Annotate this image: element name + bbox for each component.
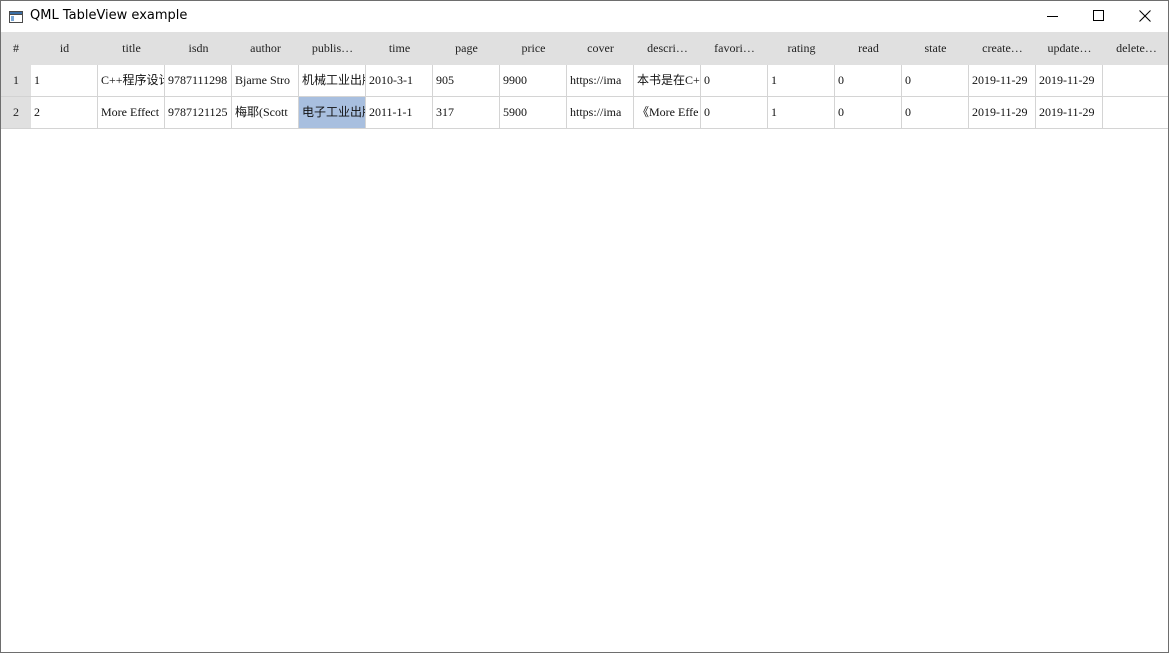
table-cell[interactable]: 2	[31, 97, 98, 129]
table-cell[interactable]: 2019-11-29	[1036, 97, 1103, 129]
row-header[interactable]: 1	[1, 65, 31, 97]
column-header[interactable]: isdn	[165, 32, 232, 65]
maximize-icon	[1093, 10, 1104, 21]
title-bar[interactable]: QML TableView example	[1, 1, 1168, 32]
column-header[interactable]: price	[500, 32, 567, 65]
table-cell[interactable]	[1103, 97, 1168, 129]
table-cell[interactable]: 0	[902, 97, 969, 129]
corner-header: #	[13, 41, 19, 55]
column-header[interactable]: descri…	[634, 32, 701, 65]
table-cell[interactable]: 9787111298	[165, 65, 232, 97]
app-window: QML TableView example # id title isdn autho…	[0, 0, 1169, 653]
table-cell[interactable]: More Effect	[98, 97, 165, 129]
column-header[interactable]: state	[902, 32, 969, 65]
table-cell[interactable]: 0	[835, 65, 902, 97]
table-cell[interactable]: 317	[433, 97, 500, 129]
table-cell[interactable]: 机械工业出版	[299, 65, 366, 97]
table-cell[interactable]: 电子工业出版	[299, 97, 366, 129]
column-header[interactable]: rating	[768, 32, 835, 65]
column-header[interactable]: create…	[969, 32, 1036, 65]
column-header[interactable]: read	[835, 32, 902, 65]
column-header[interactable]: publis…	[299, 32, 366, 65]
minimize-icon	[1047, 16, 1058, 17]
table-cell[interactable]: 9787121125	[165, 97, 232, 129]
table-cell[interactable]: 5900	[500, 97, 567, 129]
minimize-button[interactable]	[1030, 1, 1076, 32]
table-cell[interactable]: 905	[433, 65, 500, 97]
column-header[interactable]: time	[366, 32, 433, 65]
table-cell[interactable]: 2010-3-1	[366, 65, 433, 97]
table-cell[interactable]	[1103, 65, 1168, 97]
table-cell[interactable]: 2011-1-1	[366, 97, 433, 129]
table-cell[interactable]: 0	[902, 65, 969, 97]
column-header[interactable]: id	[31, 32, 98, 65]
column-header[interactable]: author	[232, 32, 299, 65]
app-window-icon	[9, 10, 23, 23]
table-cell[interactable]: 0	[701, 65, 768, 97]
table-cell[interactable]: 梅耶(Scott	[232, 97, 299, 129]
table-cell[interactable]: 1	[31, 65, 98, 97]
column-header[interactable]: cover	[567, 32, 634, 65]
maximize-button[interactable]	[1076, 1, 1122, 32]
table-cell[interactable]: 《More Effe	[634, 97, 701, 129]
table-cell[interactable]: 9900	[500, 65, 567, 97]
table-cell[interactable]: 2019-11-29	[1036, 65, 1103, 97]
column-header[interactable]: title	[98, 32, 165, 65]
column-header[interactable]: delete…	[1103, 32, 1168, 65]
column-header[interactable]: page	[433, 32, 500, 65]
table-cell[interactable]: Bjarne Stro	[232, 65, 299, 97]
table-cell[interactable]: https://ima	[567, 65, 634, 97]
table-header: # id title isdn author publis… time page price c…	[1, 32, 1168, 65]
table-row[interactable]: 22More Effect9787121125梅耶(Scott电子工业出版201…	[1, 97, 1168, 129]
table-cell[interactable]: C++程序设计	[98, 65, 165, 97]
table-cell[interactable]: 0	[835, 97, 902, 129]
close-button[interactable]	[1122, 1, 1168, 32]
table-row[interactable]: 11C++程序设计9787111298Bjarne Stro机械工业出版2010…	[1, 65, 1168, 97]
row-header[interactable]: 2	[1, 97, 31, 129]
column-header[interactable]: favori…	[701, 32, 768, 65]
table-cell[interactable]: https://ima	[567, 97, 634, 129]
table-cell[interactable]: 0	[701, 97, 768, 129]
close-icon	[1139, 10, 1151, 22]
table-cell[interactable]: 1	[768, 97, 835, 129]
table-cell[interactable]: 2019-11-29	[969, 97, 1036, 129]
table-cell[interactable]: 1	[768, 65, 835, 97]
table-cell[interactable]: 2019-11-29	[969, 65, 1036, 97]
window-title: QML TableView example	[30, 8, 188, 23]
column-header[interactable]: update…	[1036, 32, 1103, 65]
table-cell[interactable]: 本书是在C++	[634, 65, 701, 97]
